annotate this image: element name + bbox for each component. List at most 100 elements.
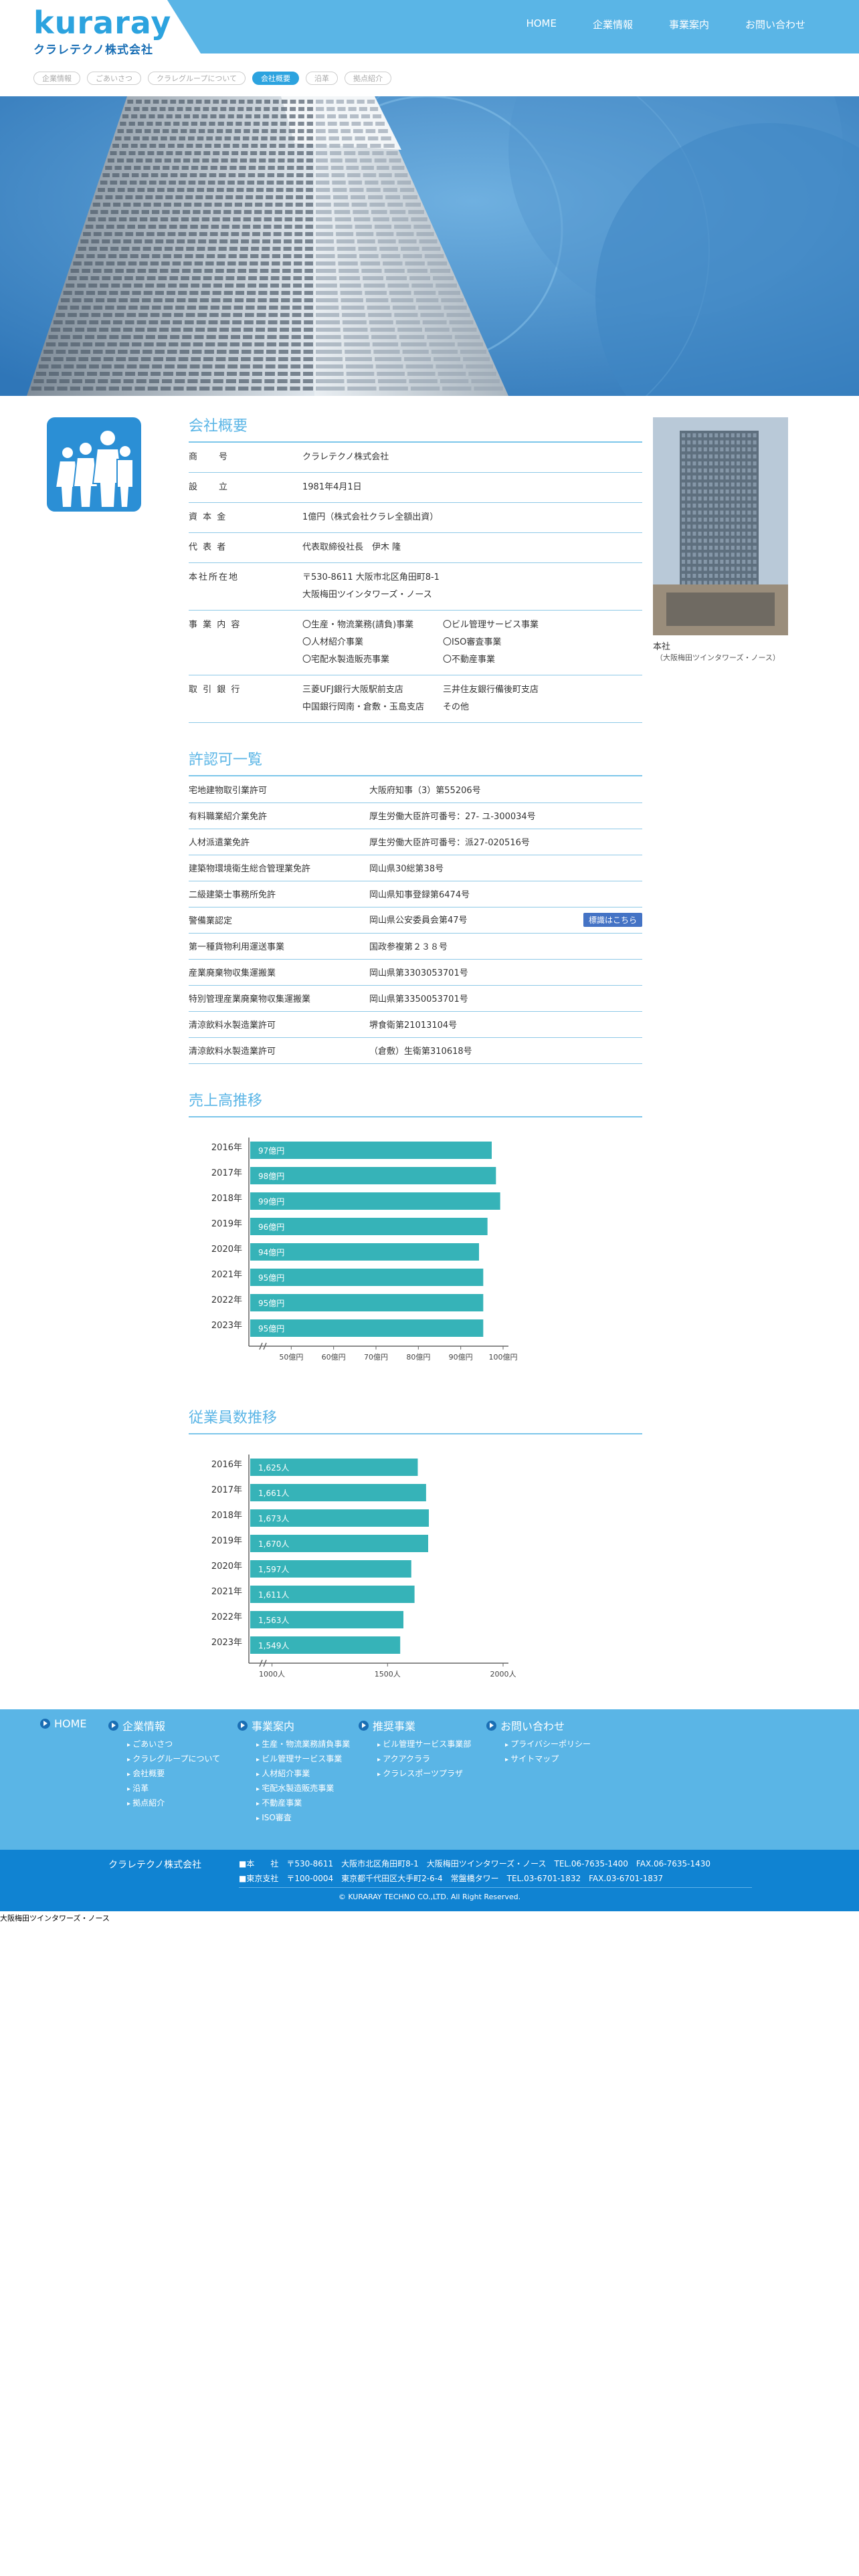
employee-chart-svg: 2016年 1,625人 2017年 1,661人 2018年 1,673人 2019年 1,… <box>211 1454 516 1679</box>
chart-data-label: 95億円 <box>258 1273 284 1283</box>
sub-nav: 企業情報 ごあいさつ クラレグループについて 会社概要 沿革 拠点紹介 <box>0 53 859 96</box>
license-label: 宅地建物取引業許可 <box>189 776 369 803</box>
profile-row: 資 本 金 1億円（株式会社クラレ全額出資） <box>189 502 642 533</box>
bank-list: 三菱UFJ銀行大阪駅前支店 三井住友銀行備後町支店 中国銀行岡南・倉敷・玉島支店 その… <box>302 681 642 716</box>
footer-heading[interactable]: 推奨事業 <box>359 1717 471 1733</box>
footer-heading-label: お問い合わせ <box>500 1720 565 1733</box>
chart-data-label: 1,563人 <box>258 1616 289 1625</box>
license-value-cell: （倉敷）生衛第310618号 <box>369 1037 642 1064</box>
arrow-circle-icon <box>359 1720 369 1731</box>
nav-company[interactable]: 企業情報 <box>593 17 633 31</box>
business-item: 〇ISO審査事業 <box>443 637 502 647</box>
tab-0[interactable]: 企業情報 <box>33 72 80 85</box>
profile-value-cell: クラレテクノ株式会社 <box>302 443 642 473</box>
chart-category-label: 2018年 <box>211 1194 242 1204</box>
footer-address-hq: ■本 社 〒530-8611 大阪市北区角田町8-1 大阪梅田ツインタワーズ・ノ… <box>239 1859 710 1868</box>
profile-value: 1億円（株式会社クラレ全額出資） <box>302 512 439 522</box>
footer-link[interactable]: 沿革 <box>127 1782 220 1796</box>
footer-heading[interactable]: 事業案内 <box>237 1717 350 1733</box>
footer-company: クラレテクノ株式会社 <box>108 1860 202 1870</box>
footer-heading[interactable]: 企業情報 <box>108 1717 220 1733</box>
footer-heading-label: HOME <box>54 1717 87 1730</box>
footer-link[interactable]: 生産・物流業務請負事業 <box>256 1737 350 1752</box>
license-value: 岡山県第3303053701号 <box>369 968 468 978</box>
logo[interactable]: kuraray クラレテクノ株式会社 <box>33 7 171 57</box>
employee-chart-title: 従業員数推移 <box>189 1408 642 1434</box>
license-row: 宅地建物取引業許可 大阪府知事（3）第55206号 <box>189 776 642 803</box>
license-table: 宅地建物取引業許可 大阪府知事（3）第55206号 有料職業紹介業免許 厚生労働大臣許… <box>189 776 642 1064</box>
license-title: 許認可一覧 <box>189 750 642 776</box>
tab-4[interactable]: 沿革 <box>306 72 339 85</box>
chart-tick-label: 2000人 <box>490 1670 516 1679</box>
profile-label: 設 立 <box>189 472 302 503</box>
chart-tick-label: 80億円 <box>406 1353 430 1362</box>
chart-category-label: 2019年 <box>211 1536 242 1546</box>
tab-5[interactable]: 拠点紹介 <box>345 72 392 85</box>
hero-image <box>0 96 859 396</box>
tab-2[interactable]: クラレグループについて <box>148 72 246 85</box>
chart-category-label: 2022年 <box>211 1612 242 1622</box>
footer-link[interactable]: ビル管理サービス事業 <box>256 1752 350 1767</box>
main-content: 会社概要 商 号クラレテクノ株式会社設 立 1981年4月1日資 本 金 1億円（株… <box>0 396 859 1709</box>
footer-link[interactable]: 人材紹介事業 <box>256 1767 350 1782</box>
chart-category-label: 2020年 <box>211 1562 242 1572</box>
business-item: 〇生産・物流業務(請負)事業 <box>302 620 414 630</box>
footer-link[interactable]: 会社概要 <box>127 1767 220 1782</box>
profile-row: 商 号クラレテクノ株式会社 <box>189 443 642 473</box>
logo-word: kuraray <box>33 5 172 41</box>
site-footer: クラレテクノ株式会社 ■本 社 〒530-8611 大阪市北区角田町8-1 大阪… <box>0 1850 859 1911</box>
license-value-cell: 岡山県第3303053701号 <box>369 959 642 986</box>
footer-heading[interactable]: HOME <box>40 1717 87 1730</box>
footer-divider <box>239 1887 752 1888</box>
license-row: 産業廃棄物収集運搬業 岡山県第3303053701号 <box>189 959 642 986</box>
license-value: 堺食衛第21013104号 <box>369 1021 458 1031</box>
hq-building-image <box>653 417 788 635</box>
chart-tick-label: 60億円 <box>322 1353 346 1362</box>
people-silhouette-icon <box>47 417 141 512</box>
license-value: 岡山県公安委員会第47号 <box>369 916 468 926</box>
profile-label: 代 表 者 <box>189 532 302 563</box>
profile-value-2: 大阪梅田ツインタワーズ・ノース <box>302 590 432 600</box>
license-value-cell: 岡山県公安委員会第47号 標識はこちら <box>369 907 642 934</box>
bank-item: 中国銀行岡南・倉敷・玉島支店 <box>302 702 425 712</box>
footer-col: お問い合わせプライバシーポリシーサイトマップ <box>486 1717 591 1767</box>
footer-link[interactable]: クラレグループについて <box>127 1752 220 1767</box>
business-list: 〇生産・物流業務(請負)事業 〇ビル管理サービス事業 〇人材紹介事業 〇ISO審査事業… <box>302 617 642 669</box>
profile-value: 代表取締役社長 伊木 隆 <box>302 542 401 552</box>
profile-value: 1981年4月1日 <box>302 482 362 492</box>
photo-caption: 本社 <box>653 642 671 652</box>
footer-link[interactable]: ごあいさつ <box>127 1737 220 1752</box>
nav-business[interactable]: 事業案内 <box>669 17 709 31</box>
footer-link[interactable]: サイトマップ <box>505 1752 591 1767</box>
footer-link[interactable]: プライバシーポリシー <box>505 1737 591 1752</box>
footer-address-tokyo: ■東京支社 〒100-0004 東京都千代田区大手町2-6-4 常盤橋タワー T… <box>239 1874 664 1883</box>
license-row: 警備業認定 岡山県公安委員会第47号 標識はこちら <box>189 907 642 934</box>
footer-link[interactable]: アクアクララ <box>377 1752 471 1767</box>
footer-heading[interactable]: お問い合わせ <box>486 1717 591 1733</box>
chart-bar <box>250 1293 484 1311</box>
footer-heading-label: 事業案内 <box>252 1720 295 1733</box>
footer-link[interactable]: 不動産事業 <box>256 1796 350 1811</box>
footer-link[interactable]: クラレスポーツプラザ <box>377 1767 471 1782</box>
license-value-cell: 岡山県第3350053701号 <box>369 985 642 1012</box>
sign-link-button[interactable]: 標識はこちら <box>583 913 642 927</box>
tab-1[interactable]: ごあいさつ <box>87 72 141 85</box>
nav-home[interactable]: HOME <box>526 17 557 31</box>
footer-link[interactable]: ビル管理サービス事業部 <box>377 1737 471 1752</box>
profile-value-cell: 1981年4月1日 <box>302 472 642 503</box>
license-row: 特別管理産業廃棄物収集運搬業 岡山県第3350053701号 <box>189 985 642 1012</box>
global-nav: HOME 企業情報 事業案内 お問い合わせ <box>526 17 805 31</box>
license-value: 厚生労働大臣許可番号：27- ユ-300034号 <box>369 812 536 822</box>
profile-value: 〒530-8611 大阪市北区角田町8-1 <box>302 572 440 582</box>
footer-link[interactable]: 宅配水製造販売事業 <box>256 1782 350 1796</box>
nav-contact[interactable]: お問い合わせ <box>745 17 805 31</box>
sales-chart-svg: 2016年 97億円 2017年 98億円 2018年 99億円 2019年 96億円 2020… <box>211 1137 518 1362</box>
footer-link[interactable]: 拠点紹介 <box>127 1796 220 1811</box>
profile-label: 資 本 金 <box>189 502 302 533</box>
footer-links: ビル管理サービス事業部アクアクララクラレスポーツプラザ <box>377 1737 471 1782</box>
license-value: 岡山県30総第38号 <box>369 864 444 874</box>
profile-label: 本社所在地 <box>189 562 302 611</box>
chart-data-label: 1,661人 <box>258 1489 289 1498</box>
footer-link[interactable]: ISO審査 <box>256 1811 350 1826</box>
tab-3[interactable]: 会社概要 <box>252 72 300 85</box>
